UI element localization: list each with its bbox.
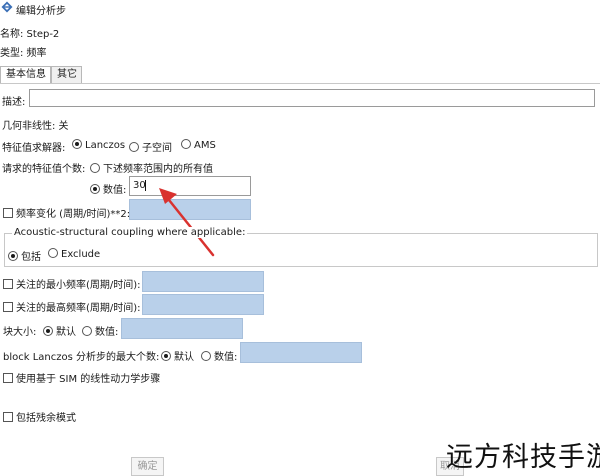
tab-divider: [0, 83, 600, 84]
checkbox-icon: [3, 208, 13, 218]
sim-checkbox[interactable]: 使用基于 SIM 的线性动力学步骤: [3, 370, 160, 385]
title-bar: 编辑分析步: [0, 0, 600, 17]
acoustic-exclude-label: Exclude: [61, 249, 101, 260]
block-lanczos-label: block Lanczos 分析步的最大个数:: [3, 352, 160, 363]
eigen-request-all-label: 下述频率范围内的所有值: [103, 164, 213, 175]
residual-modes-label: 包括残余模式: [16, 413, 76, 424]
acoustic-group-title: Acoustic-structural coupling where appli…: [12, 227, 248, 238]
min-freq-input[interactable]: [142, 271, 264, 292]
window-title: 编辑分析步: [16, 6, 66, 17]
eigensolver-ams-label: AMS: [194, 140, 216, 151]
radio-icon: [82, 326, 92, 336]
step-type-label: 类型: 频率: [0, 48, 47, 59]
description-label: 描述:: [2, 97, 26, 108]
sim-label: 使用基于 SIM 的线性动力学步骤: [16, 374, 161, 385]
block-lanczos-default-label: 默认: [174, 352, 194, 363]
step-name-label: 名称: Step-2: [0, 29, 60, 40]
block-lanczos-value-radio[interactable]: 数值:: [201, 348, 237, 363]
radio-icon: [201, 351, 211, 361]
radio-icon: [129, 142, 139, 152]
block-size-label: 块大小:: [3, 327, 37, 338]
min-freq-label: 关注的最小频率(周期/时间):: [16, 280, 141, 291]
eigen-request-label: 请求的特征值个数:: [2, 164, 86, 175]
freq-shift-checkbox[interactable]: 频率变化 (周期/时间)**2:: [3, 205, 130, 220]
block-size-input[interactable]: [121, 318, 243, 339]
max-freq-checkbox[interactable]: 关注的最高频率(周期/时间):: [3, 299, 141, 314]
radio-selected-icon: [90, 184, 100, 194]
eigen-count-value: 30: [133, 180, 146, 191]
freq-shift-label: 频率变化 (周期/时间)**2:: [16, 209, 131, 220]
acoustic-include-label: 包括: [21, 252, 41, 263]
acoustic-exclude-radio[interactable]: Exclude: [48, 248, 100, 260]
block-size-value-label: 数值:: [95, 327, 119, 338]
eigensolver-subspace-radio[interactable]: 子空间: [129, 139, 172, 154]
block-size-value-radio[interactable]: 数值:: [82, 323, 118, 338]
radio-selected-icon: [8, 251, 18, 261]
radio-selected-icon: [161, 351, 171, 361]
radio-selected-icon: [43, 326, 53, 336]
eigen-request-value-label: 数值:: [103, 185, 127, 196]
eigensolver-lanczos-radio[interactable]: Lanczos: [72, 139, 125, 151]
ok-button[interactable]: 确定: [131, 457, 164, 476]
residual-modes-checkbox[interactable]: 包括残余模式: [3, 409, 76, 424]
min-freq-checkbox[interactable]: 关注的最小频率(周期/时间):: [3, 276, 141, 291]
block-lanczos-input[interactable]: [240, 342, 362, 363]
tab-other[interactable]: 其它: [51, 66, 82, 83]
block-lanczos-default-radio[interactable]: 默认: [161, 348, 194, 363]
nlgeom-label: 几何非线性: 关: [2, 121, 69, 132]
block-size-default-radio[interactable]: 默认: [43, 323, 76, 338]
tab-basic[interactable]: 基本信息: [0, 66, 51, 84]
max-freq-input[interactable]: [142, 294, 264, 315]
eigensolver-ams-radio[interactable]: AMS: [181, 139, 216, 151]
checkbox-icon: [3, 302, 13, 312]
max-freq-label: 关注的最高频率(周期/时间):: [16, 303, 141, 314]
eigensolver-subspace-label: 子空间: [142, 143, 172, 154]
app-logo-icon: [1, 1, 13, 13]
text-cursor-icon: [145, 180, 146, 191]
acoustic-include-radio[interactable]: 包括: [8, 248, 41, 263]
description-input[interactable]: [29, 89, 595, 107]
block-lanczos-value-label: 数值:: [214, 352, 238, 363]
radio-icon: [48, 248, 58, 258]
eigen-request-value-radio[interactable]: 数值:: [90, 181, 126, 196]
watermark-text: 远方科技手游: [446, 442, 600, 473]
eigensolver-lanczos-label: Lanczos: [85, 140, 126, 151]
radio-icon: [181, 139, 191, 149]
checkbox-icon: [3, 373, 13, 383]
block-size-default-label: 默认: [56, 327, 76, 338]
radio-selected-icon: [72, 139, 82, 149]
checkbox-icon: [3, 279, 13, 289]
eigensolver-label: 特征值求解器:: [2, 143, 66, 154]
checkbox-icon: [3, 412, 13, 422]
eigen-request-all-radio[interactable]: 下述频率范围内的所有值: [90, 160, 213, 175]
radio-icon: [90, 163, 100, 173]
